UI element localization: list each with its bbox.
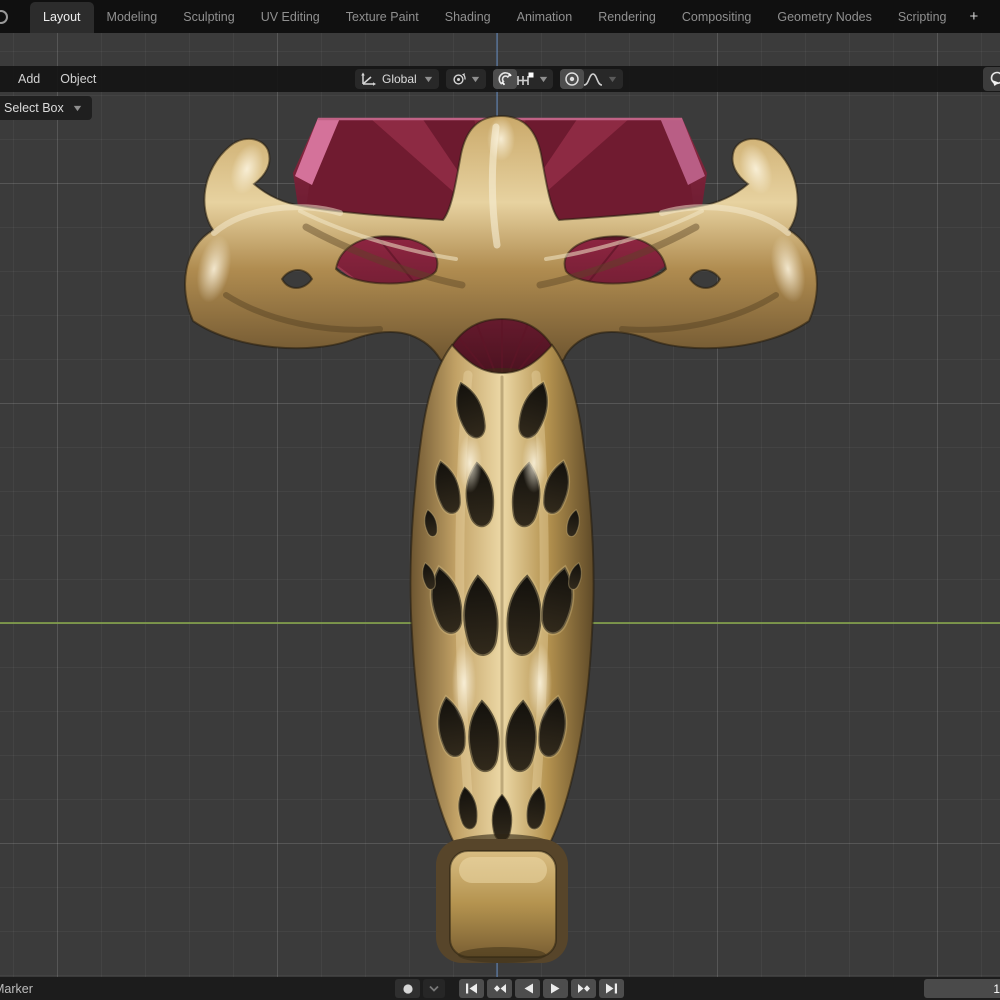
workspace-tabs: Layout Modeling Sculpting UV Editing Tex… xyxy=(30,0,988,33)
proportional-editing-icon xyxy=(564,71,580,87)
playback-controls xyxy=(395,979,624,998)
falloff-curve-icon[interactable] xyxy=(583,72,603,87)
tab-layout[interactable]: Layout xyxy=(30,2,94,33)
tab-sculpting[interactable]: Sculpting xyxy=(170,2,247,33)
marker-menu[interactable]: Marker xyxy=(0,979,41,999)
pivot-point-dropdown[interactable]: ▼ xyxy=(446,69,486,89)
chevron-down-icon: ▼ xyxy=(467,74,482,84)
jump-to-end-button[interactable] xyxy=(599,979,624,998)
jump-to-end-icon xyxy=(605,983,618,994)
tab-scripting[interactable]: Scripting xyxy=(885,2,960,33)
snap-toggle-button[interactable] xyxy=(493,69,517,89)
gizmos-icon[interactable] xyxy=(983,67,1000,91)
blender-logo-icon[interactable] xyxy=(0,10,8,24)
blender-window: Layout Modeling Sculpting UV Editing Tex… xyxy=(0,0,1000,1000)
orientation-label: Global xyxy=(380,72,419,86)
previous-keyframe-button[interactable] xyxy=(487,979,512,998)
chevron-down-icon xyxy=(429,985,439,992)
tab-uv-editing[interactable]: UV Editing xyxy=(248,2,333,33)
current-frame-field[interactable]: 1 xyxy=(924,979,1000,998)
previous-keyframe-icon xyxy=(493,983,507,994)
pivot-point-icon xyxy=(451,72,466,87)
chevron-down-icon: ▼ xyxy=(70,103,85,113)
tab-animation[interactable]: Animation xyxy=(504,2,586,33)
transform-orientation-dropdown[interactable]: Global ▼ xyxy=(355,69,439,89)
auto-keyframe-button[interactable] xyxy=(395,979,420,998)
play-icon xyxy=(550,983,562,994)
viewport-header-cluster: Global ▼ ▼ xyxy=(355,69,623,89)
chevron-down-icon: ▼ xyxy=(535,74,550,84)
viewport-header: Add Object Global ▼ xyxy=(0,66,1000,92)
snap-increment-icon[interactable] xyxy=(516,72,534,87)
tab-compositing[interactable]: Compositing xyxy=(669,2,764,33)
tab-texture-paint[interactable]: Texture Paint xyxy=(333,2,432,33)
topbar: Layout Modeling Sculpting UV Editing Tex… xyxy=(0,0,1000,33)
snap-controls: ▼ xyxy=(493,69,554,89)
transform-orientation-icon xyxy=(360,72,376,86)
proportional-editing-toggle[interactable] xyxy=(560,69,584,89)
timeline-bar: Marker xyxy=(0,977,1000,1000)
active-tool-dropdown[interactable]: Select Box ▼ xyxy=(0,96,92,120)
next-keyframe-icon xyxy=(577,983,591,994)
tab-geometry-nodes[interactable]: Geometry Nodes xyxy=(764,2,884,33)
object-menu[interactable]: Object xyxy=(50,68,106,90)
magnet-icon xyxy=(497,71,513,87)
ring-band[interactable] xyxy=(410,345,593,855)
add-menu[interactable]: Add xyxy=(8,68,50,90)
add-workspace-button[interactable]: + xyxy=(960,2,989,33)
keying-options-button[interactable] xyxy=(423,979,445,998)
tab-rendering[interactable]: Rendering xyxy=(585,2,669,33)
active-tool-label: Select Box xyxy=(2,101,66,115)
chevron-down-icon: ▼ xyxy=(421,74,436,84)
tab-modeling[interactable]: Modeling xyxy=(94,2,171,33)
tab-shading[interactable]: Shading xyxy=(432,2,504,33)
jump-to-start-icon xyxy=(465,983,478,994)
auto-keyframe-icon xyxy=(402,983,414,995)
next-keyframe-button[interactable] xyxy=(571,979,596,998)
ring-base-cube[interactable] xyxy=(436,834,568,963)
proportional-editing-controls: ▼ xyxy=(560,69,623,89)
play-reverse-icon xyxy=(522,983,534,994)
chevron-down-icon: ▼ xyxy=(605,74,620,84)
jump-to-start-button[interactable] xyxy=(459,979,484,998)
play-reverse-button[interactable] xyxy=(515,979,540,998)
play-button[interactable] xyxy=(543,979,568,998)
ring-model[interactable] xyxy=(0,33,1000,977)
viewport-3d[interactable]: Add Object Global ▼ xyxy=(0,33,1000,977)
